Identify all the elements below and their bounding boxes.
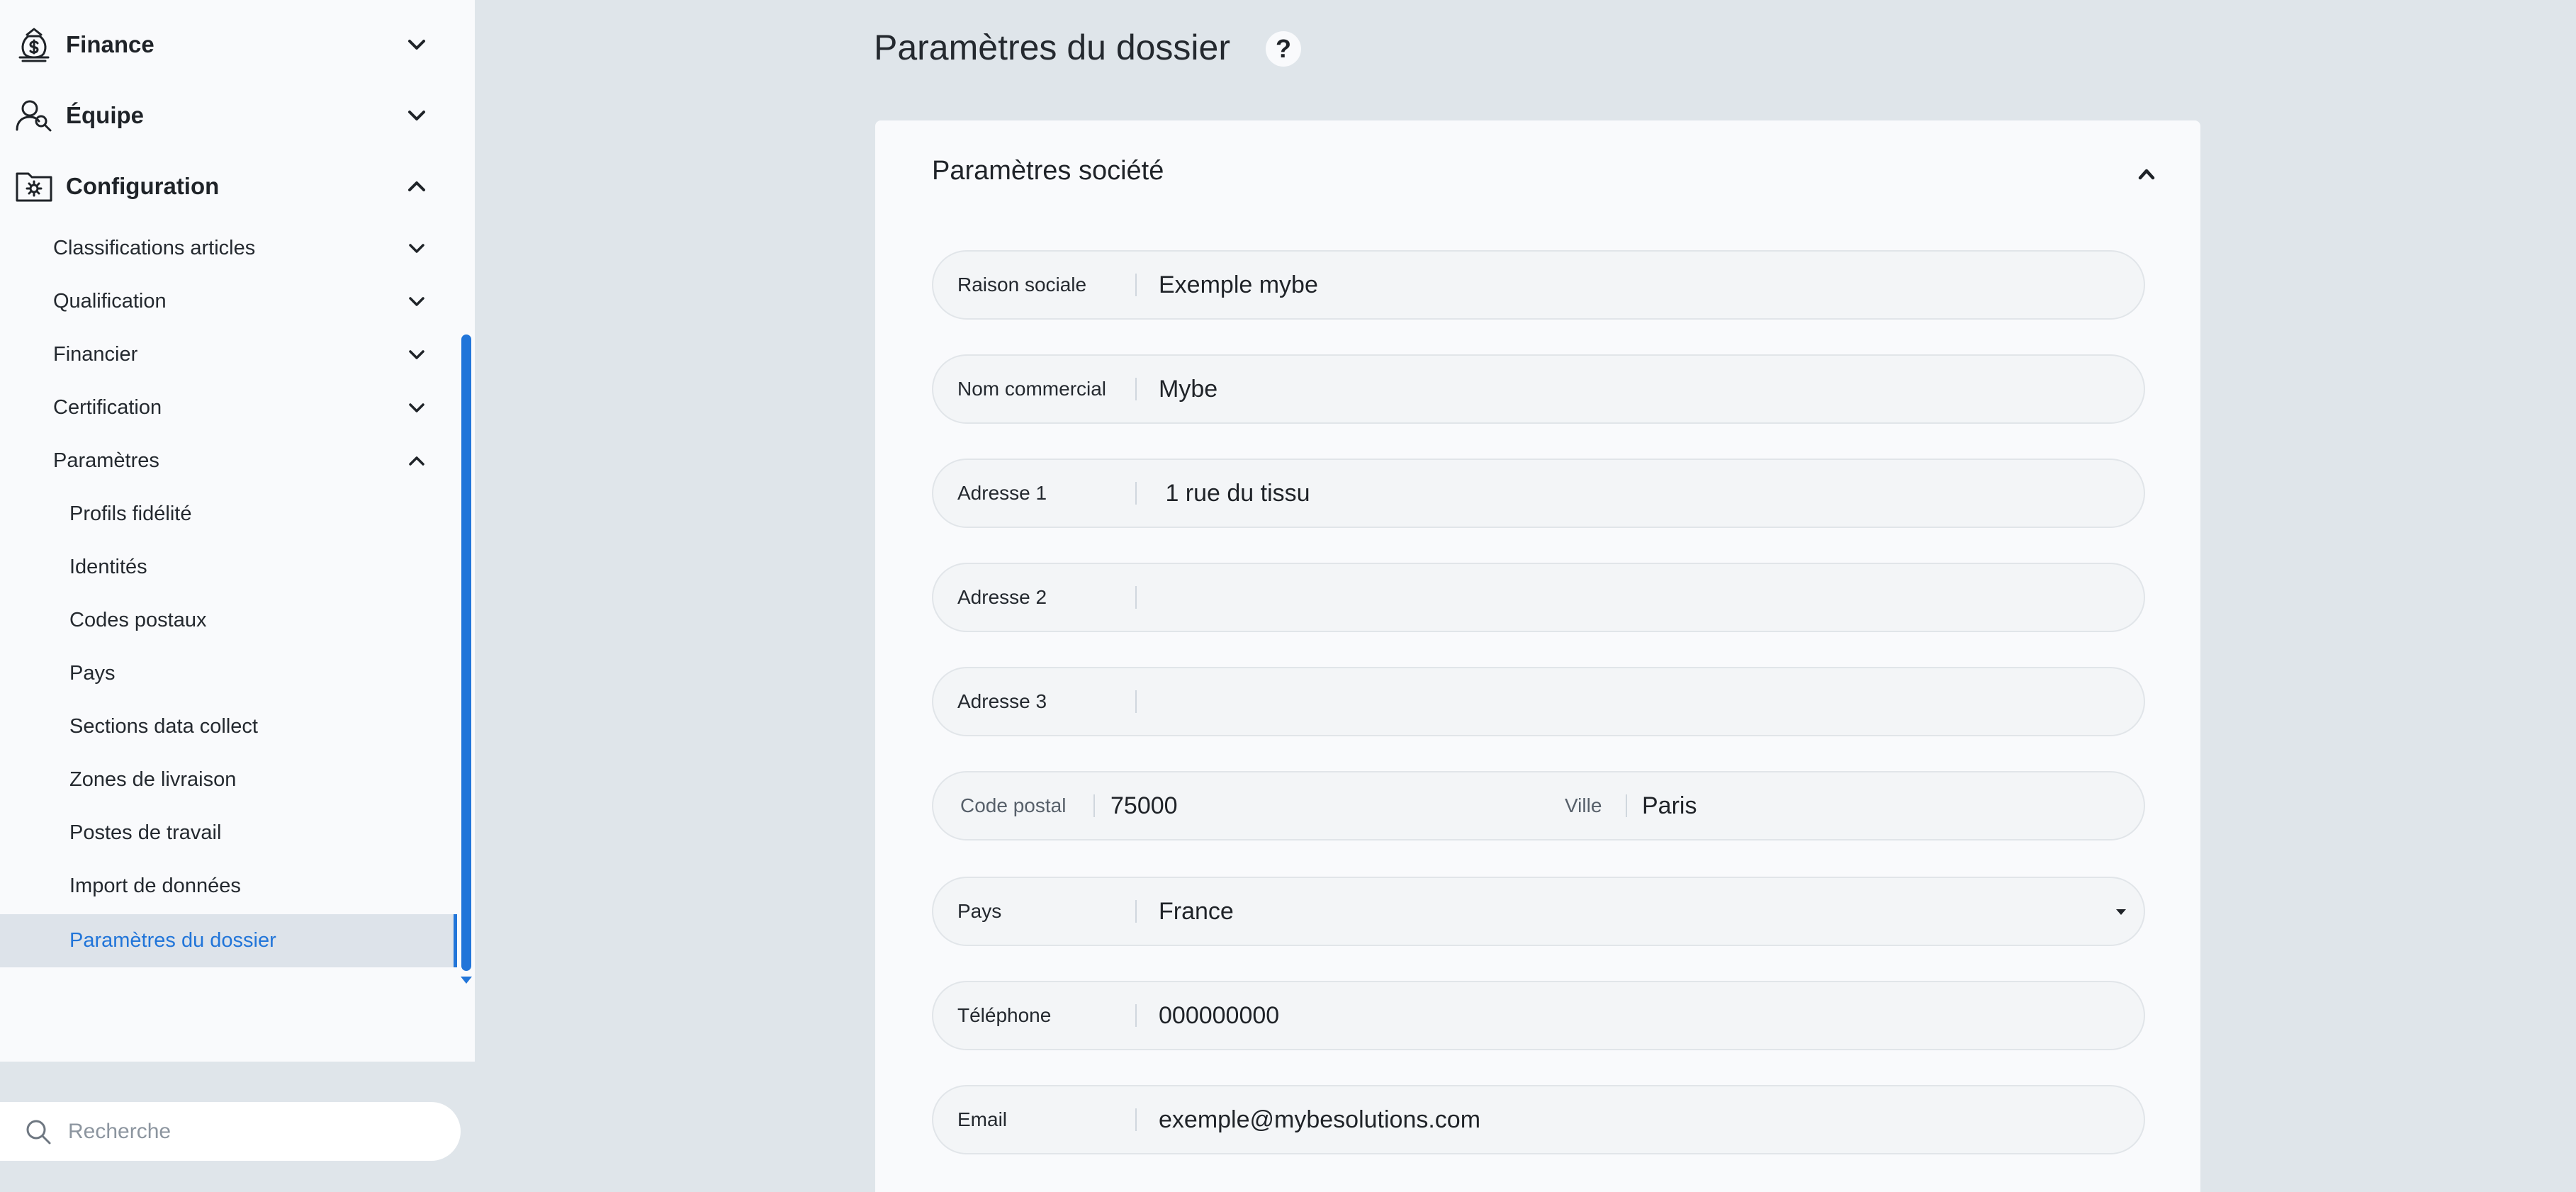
chevron-up-icon[interactable]: [403, 172, 431, 201]
sidebar-item-parametres-du-dossier[interactable]: Paramètres du dossier: [0, 914, 454, 967]
sidebar-item-label: Zones de livraison: [69, 768, 237, 791]
chevron-down-icon[interactable]: [403, 394, 431, 422]
sidebar-item-label: Sections data collect: [69, 715, 258, 738]
search-bar[interactable]: [0, 1102, 461, 1161]
company-settings-card: Paramètres société Raison sociale Nom co…: [875, 120, 2200, 1192]
sidebar-item-profils-fidelite[interactable]: Profils fidélité: [0, 488, 454, 541]
adresse-3-input[interactable]: [1159, 680, 2122, 723]
field-separator: [1135, 900, 1137, 923]
nom-commercial-field[interactable]: Nom commercial: [932, 354, 2145, 424]
chevron-down-icon[interactable]: [403, 101, 431, 130]
field-separator: [1093, 794, 1095, 817]
adresse-1-input[interactable]: [1159, 472, 2122, 515]
pays-select[interactable]: Pays: [932, 877, 2145, 946]
sidebar-item-certification[interactable]: Certification: [0, 381, 454, 434]
field-label: Adresse 1: [957, 482, 1047, 504]
sidebar-item-label: Pays: [69, 662, 116, 685]
sidebar-item-sections-data-collect[interactable]: Sections data collect: [0, 700, 454, 753]
sidebar-item-label: Paramètres du dossier: [69, 929, 276, 952]
field-label: Raison sociale: [957, 274, 1087, 296]
telephone-input[interactable]: [1159, 994, 2122, 1037]
sidebar-item-import-de-donnees[interactable]: Import de données: [0, 860, 454, 913]
sidebar-item-label: Codes postaux: [69, 609, 207, 631]
field-separator: [1135, 1108, 1137, 1131]
sidebar: Finance Équipe Configuration Classificat…: [0, 0, 475, 1062]
search-input[interactable]: [68, 1110, 437, 1153]
telephone-field[interactable]: Téléphone: [932, 981, 2145, 1050]
sidebar-item-label: Identités: [69, 556, 147, 578]
field-label: Code postal: [960, 794, 1067, 816]
sidebar-item-zones-de-livraison[interactable]: Zones de livraison: [0, 753, 454, 806]
field-separator: [1626, 794, 1627, 817]
code-postal-ville-field[interactable]: Code postal Ville: [932, 771, 2145, 840]
chevron-up-icon[interactable]: [403, 447, 431, 476]
raison-sociale-field[interactable]: Raison sociale: [932, 250, 2145, 320]
chevron-up-icon[interactable]: [2134, 162, 2159, 187]
chevron-down-icon[interactable]: [403, 30, 431, 59]
sidebar-item-qualification[interactable]: Qualification: [0, 275, 454, 328]
code-postal-input[interactable]: [1110, 785, 1536, 827]
sidebar-item-label: Import de données: [69, 875, 241, 897]
adresse-3-field[interactable]: Adresse 3: [932, 667, 2145, 736]
sidebar-item-label: Paramètres: [53, 449, 159, 472]
field-separator: [1135, 1004, 1137, 1027]
nom-commercial-input[interactable]: [1159, 368, 2122, 410]
chevron-down-icon[interactable]: [403, 288, 431, 316]
field-label: Email: [957, 1108, 1008, 1130]
page-title: Paramètres du dossier: [874, 28, 1231, 67]
pays-value[interactable]: [1159, 890, 2080, 933]
scroll-down-arrow-icon[interactable]: [459, 975, 473, 985]
sidebar-item-equipe[interactable]: Équipe: [0, 81, 454, 150]
team-icon: [16, 100, 52, 132]
sidebar-item-parametres[interactable]: Paramètres: [0, 434, 454, 488]
sidebar-item-label: Équipe: [66, 102, 145, 128]
sidebar-item-label: Certification: [53, 396, 162, 419]
sidebar-item-classifications-articles[interactable]: Classifications articles: [0, 222, 454, 275]
chevron-down-icon[interactable]: [403, 235, 431, 263]
adresse-1-field[interactable]: Adresse 1: [932, 459, 2145, 528]
card-title: Paramètres société: [932, 156, 1164, 186]
email-field[interactable]: Email: [932, 1085, 2145, 1154]
sidebar-item-postes-de-travail[interactable]: Postes de travail: [0, 806, 454, 860]
ville-input[interactable]: [1642, 785, 2124, 827]
field-separator: [1135, 274, 1137, 296]
sidebar-item-configuration[interactable]: Configuration: [0, 152, 454, 220]
sidebar-item-label: Financier: [53, 343, 138, 366]
field-label: Nom commercial: [957, 378, 1107, 400]
field-label: Téléphone: [957, 1004, 1052, 1026]
chevron-down-icon[interactable]: [403, 341, 431, 369]
sidebar-item-pays[interactable]: Pays: [0, 647, 454, 700]
sidebar-item-label: Classifications articles: [53, 237, 256, 259]
settings-folder-icon: [16, 172, 52, 202]
field-label: Adresse 2: [957, 586, 1047, 608]
search-icon: [26, 1120, 51, 1144]
sidebar-item-label: Postes de travail: [69, 821, 222, 844]
field-separator: [1135, 586, 1137, 609]
sidebar-item-codes-postaux[interactable]: Codes postaux: [0, 594, 454, 647]
field-label: Ville: [1565, 794, 1602, 816]
sidebar-item-finance[interactable]: Finance: [0, 11, 454, 79]
sidebar-item-label: Configuration: [66, 173, 220, 199]
sidebar-item-label: Profils fidélité: [69, 502, 192, 525]
email-input[interactable]: [1159, 1098, 2122, 1141]
adresse-2-input[interactable]: [1159, 576, 2122, 619]
dropdown-caret-icon[interactable]: [2113, 903, 2130, 920]
field-separator: [1135, 690, 1137, 713]
adresse-2-field[interactable]: Adresse 2: [932, 563, 2145, 632]
sidebar-item-financier[interactable]: Financier: [0, 328, 454, 381]
active-indicator: [454, 914, 457, 967]
sidebar-item-label: Qualification: [53, 290, 167, 313]
raison-sociale-input[interactable]: [1159, 264, 2122, 306]
field-separator: [1135, 378, 1137, 400]
sidebar-item-identites[interactable]: Identités: [0, 541, 454, 594]
field-separator: [1135, 482, 1137, 505]
money-bag-icon: [18, 28, 50, 62]
field-label: Adresse 3: [957, 690, 1047, 712]
field-label: Pays: [957, 900, 1002, 922]
help-button[interactable]: ?: [1266, 31, 1301, 67]
sidebar-item-label: Finance: [66, 31, 154, 57]
sidebar-scrollbar[interactable]: [461, 334, 471, 971]
